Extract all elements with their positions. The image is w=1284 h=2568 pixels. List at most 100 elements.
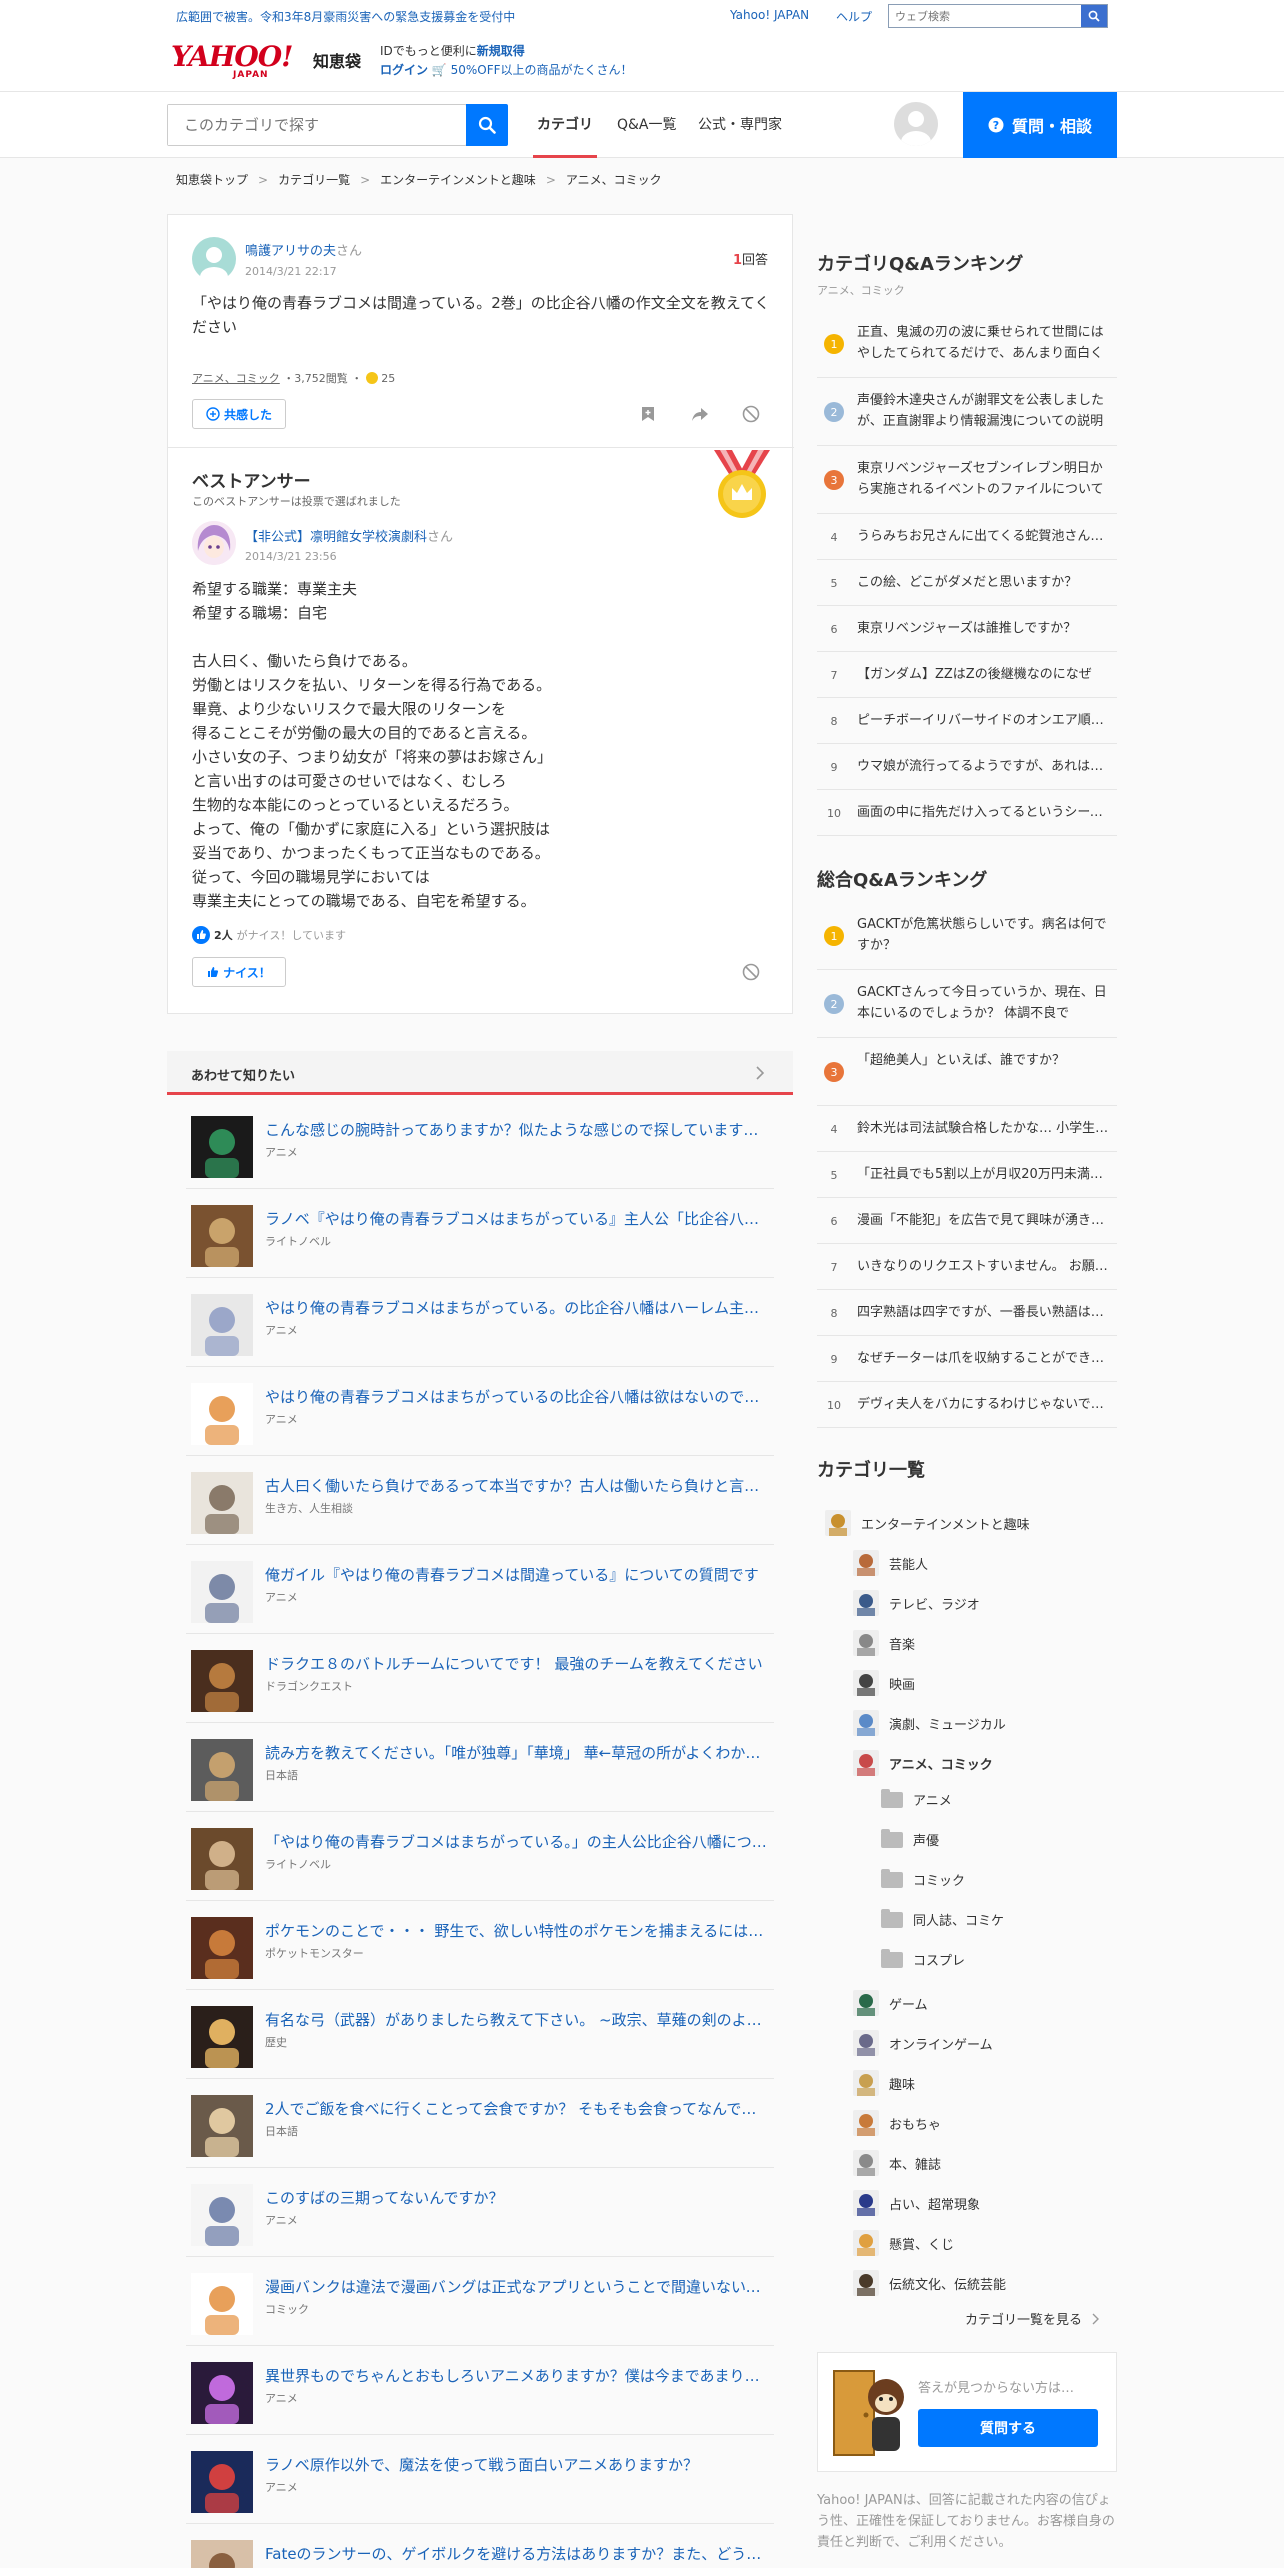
- category-search-button[interactable]: [466, 104, 508, 146]
- share-button[interactable]: [689, 403, 711, 425]
- subcategory-item[interactable]: コスプレ: [881, 1948, 965, 1969]
- related-item-title[interactable]: やはり俺の青春ラブコメはまちがっているの比企谷八幡は欲はないのですか: [265, 1386, 771, 1407]
- subcategory-item[interactable]: 声優: [881, 1828, 939, 1849]
- breadcrumb-anime-comic[interactable]: アニメ、コミック: [566, 173, 662, 187]
- category-ranking-item[interactable]: 7 【ガンダム】ZZはZの後継機なのになぜ: [817, 652, 1117, 698]
- category-ranking-item[interactable]: 9 ウマ娘が流行ってるようですが、あれは何が面白いのですか: [817, 744, 1117, 790]
- related-item-title[interactable]: 俺ガイル『やはり俺の青春ラブコメは間違っている』についての質問です: [265, 1564, 771, 1585]
- related-item[interactable]: 古人曰く働いたら負けであるって本当ですか？古人は働いたら負けと言ったのですか生き…: [186, 1456, 774, 1545]
- see-all-categories-link[interactable]: カテゴリ一覧を見る: [965, 2309, 1100, 2328]
- category-ranking-item[interactable]: 4 うらみちお兄さんに出てくる蛇賀池さんについて: [817, 514, 1117, 560]
- overall-ranking-item[interactable]: 1 GACKTが危篤状態らしいです。病名は何ですか？: [817, 902, 1117, 970]
- tab-category[interactable]: カテゴリ: [533, 114, 597, 158]
- related-item-title[interactable]: 読み方を教えてください。「唯が独尊」「華境」 華←草冠の所がよくわかりません: [265, 1742, 771, 1763]
- related-item-title[interactable]: 2人でご飯を食べに行くことって会食ですか？ そもそも会食ってなんですか: [265, 2098, 771, 2119]
- category-item[interactable]: 音楽: [853, 1630, 915, 1656]
- related-item-title[interactable]: このすばの三期ってないんですか？: [265, 2187, 771, 2208]
- breadcrumb-entertainment[interactable]: エンターテインメントと趣味: [380, 173, 536, 187]
- category-ranking-item[interactable]: 3 東京リベンジャーズセブンイレブン明日から実施されるイベントのファイルについて: [817, 446, 1117, 514]
- related-header[interactable]: あわせて知りたい: [167, 1051, 793, 1095]
- overall-ranking-item[interactable]: 9 なぜチーターは爪を収納することができないのですか: [817, 1336, 1117, 1382]
- related-item[interactable]: やはり俺の青春ラブコメはまちがっているの比企谷八幡は欲はないのですか アニメ: [186, 1367, 774, 1456]
- related-item-title[interactable]: ドラクエ８のバトルチームについてです！ 最強のチームを教えてください: [265, 1653, 771, 1674]
- related-item-title[interactable]: 古人曰く働いたら負けであるって本当ですか？古人は働いたら負けと言ったのですか: [265, 1475, 771, 1496]
- category-item[interactable]: 趣味: [853, 2070, 915, 2096]
- overall-ranking-item[interactable]: 2 GACKTさんって今日っていうか、現在、日本にいるのでしょうか？ 体調不良で: [817, 970, 1117, 1038]
- yahoo-japan-link[interactable]: Yahoo! JAPAN: [730, 8, 809, 22]
- related-item-title[interactable]: やはり俺の青春ラブコメはまちがっている。の比企谷八幡はハーレム主人公ですか: [265, 1297, 771, 1318]
- category-ranking-item[interactable]: 1 正直、鬼滅の刃の波に乗せられて世間にはやしたてられてるだけで、あんまり面白くな…: [817, 310, 1117, 378]
- related-item-title[interactable]: 有名な弓（武器）がありましたら教えて下さい。 ~政宗、草薙の剣のような: [265, 2009, 771, 2030]
- overall-ranking-item[interactable]: 10 デヴィ夫人をバカにするわけじゃないですが: [817, 1382, 1117, 1428]
- login-link[interactable]: ログイン: [380, 63, 428, 77]
- related-item[interactable]: 「やはり俺の青春ラブコメはまちがっている。」の主人公比企谷八幡について ライトノベ…: [186, 1812, 774, 1901]
- overall-ranking-item[interactable]: 4 鈴木光は司法試験合格したかな… 小学生でも分かる: [817, 1106, 1117, 1152]
- related-item[interactable]: 2人でご飯を食べに行くことって会食ですか？ そもそも会食ってなんですか 日本語: [186, 2079, 774, 2168]
- overall-ranking-item[interactable]: 6 漫画「不能犯」を広告で見て興味が湧きました: [817, 1198, 1117, 1244]
- tab-official-experts[interactable]: 公式・専門家: [698, 114, 782, 134]
- subcategory-item[interactable]: 同人誌、コミケ: [881, 1908, 1004, 1929]
- answerer-name[interactable]: 【非公式】凛明館女学校演劇科: [245, 530, 427, 545]
- category-item[interactable]: エンターテインメントと趣味: [825, 1510, 1030, 1536]
- report-button[interactable]: [740, 961, 762, 983]
- disaster-notice-link[interactable]: 広範囲で被害。令和3年8月豪雨災害への緊急支援募金を受付中: [176, 8, 515, 25]
- category-ranking-item[interactable]: 2 声優鈴木達央さんが謝罪文を公表しましたが、正直謝罪より情報漏洩についての説明が…: [817, 378, 1117, 446]
- ask-question-button[interactable]: ? 質問・相談: [963, 92, 1117, 158]
- user-avatar[interactable]: [894, 102, 938, 146]
- questioner-name[interactable]: 鳴護アリサの夫: [245, 244, 336, 259]
- help-link[interactable]: ヘルプ: [836, 8, 872, 25]
- related-item[interactable]: 読み方を教えてください。「唯が独尊」「華境」 華←草冠の所がよくわかりません 日本…: [186, 1723, 774, 1812]
- related-item-title[interactable]: 漫画バンクは違法で漫画バングは正式なアプリということで間違いないですか: [265, 2276, 771, 2297]
- category-ranking-item[interactable]: 10 画面の中に指先だけ入ってるというシーンが好きです: [817, 790, 1117, 836]
- promo-sale-link[interactable]: 50%OFF以上の商品がたくさん！: [451, 63, 633, 77]
- category-item[interactable]: ゲーム: [853, 1990, 928, 2016]
- related-item-title[interactable]: ラノベ『やはり俺の青春ラブコメはまちがっている』主人公「比企谷八幡」について: [265, 1208, 771, 1229]
- category-item[interactable]: 芸能人: [853, 1550, 928, 1576]
- related-item[interactable]: 漫画バンクは違法で漫画バングは正式なアプリということで間違いないですか コミック: [186, 2257, 774, 2346]
- category-ranking-item[interactable]: 6 東京リベンジャーズは誰推しですか？: [817, 606, 1117, 652]
- category-item[interactable]: 懸賞、くじ: [853, 2230, 954, 2256]
- answerer-avatar[interactable]: [192, 521, 236, 565]
- related-item[interactable]: 有名な弓（武器）がありましたら教えて下さい。 ~政宗、草薙の剣のような 歴史: [186, 1990, 774, 2079]
- category-item[interactable]: 占い、超常現象: [853, 2190, 980, 2216]
- category-search-input[interactable]: [168, 105, 418, 145]
- related-item[interactable]: ポケモンのことで・・・ 野生で、欲しい特性のポケモンを捕まえるにはどうすれば ポケ…: [186, 1901, 774, 1990]
- category-item[interactable]: 伝統文化、伝統芸能: [853, 2270, 1006, 2296]
- related-item[interactable]: Fateのランサーの、ゲイボルクを避ける方法はありますか？また、どうすればアニメ: [186, 2524, 774, 2568]
- web-search-button[interactable]: [1081, 5, 1107, 27]
- chiebukuro-logo[interactable]: YAHOO! JAPAN 知恵袋: [171, 40, 361, 80]
- category-ranking-item[interactable]: 8 ピーチボーイリバーサイドのオンエア順について: [817, 698, 1117, 744]
- question-category-link[interactable]: アニメ、コミック: [192, 372, 280, 385]
- related-item-title[interactable]: こんな感じの腕時計ってありますか？似たような感じので探していますがなかなか見つか…: [265, 1119, 771, 1140]
- related-item-title[interactable]: Fateのランサーの、ゲイボルクを避ける方法はありますか？また、どうすれば: [265, 2543, 771, 2564]
- overall-ranking-item[interactable]: 7 いきなりのリクエストすいません。 お願いします: [817, 1244, 1117, 1290]
- category-item[interactable]: 本、雑誌: [853, 2150, 941, 2176]
- subcategory-item[interactable]: アニメ: [881, 1788, 952, 1809]
- related-item[interactable]: このすばの三期ってないんですか？ アニメ: [186, 2168, 774, 2257]
- nice-button[interactable]: ナイス！: [192, 957, 286, 987]
- category-item[interactable]: 映画: [853, 1670, 915, 1696]
- web-search-input[interactable]: [889, 5, 1079, 27]
- related-item[interactable]: 俺ガイル『やはり俺の青春ラブコメは間違っている』についての質問です アニメ: [186, 1545, 774, 1634]
- related-item-title[interactable]: ポケモンのことで・・・ 野生で、欲しい特性のポケモンを捕まえるにはどうすれば: [265, 1920, 771, 1941]
- block-button[interactable]: [740, 403, 762, 425]
- help-ask-button[interactable]: 質問する: [918, 2409, 1098, 2447]
- bookmark-button[interactable]: [637, 403, 659, 425]
- related-item-title[interactable]: 「やはり俺の青春ラブコメはまちがっている。」の主人公比企谷八幡について: [265, 1831, 771, 1852]
- category-item[interactable]: アニメ、コミック: [853, 1750, 993, 1776]
- category-item[interactable]: おもちゃ: [853, 2110, 941, 2136]
- related-item[interactable]: やはり俺の青春ラブコメはまちがっている。の比企谷八幡はハーレム主人公ですか アニメ: [186, 1278, 774, 1367]
- subcategory-item[interactable]: コミック: [881, 1868, 965, 1889]
- category-ranking-item[interactable]: 5 この絵、どこがダメだと思いますか？: [817, 560, 1117, 606]
- related-item[interactable]: ドラクエ８のバトルチームについてです！ 最強のチームを教えてください ドラゴンクエ…: [186, 1634, 774, 1723]
- related-item[interactable]: こんな感じの腕時計ってありますか？似たような感じので探していますがなかなか見つか…: [186, 1100, 774, 1189]
- related-item-title[interactable]: ラノベ原作以外で、魔法を使って戦う面白いアニメありますか？: [265, 2454, 771, 2475]
- overall-ranking-item[interactable]: 3 「超絶美人」といえば、誰ですか？: [817, 1038, 1117, 1106]
- tab-qa-list[interactable]: Q&A一覧: [617, 114, 677, 134]
- overall-ranking-item[interactable]: 5 「正社員でも5割以上が月収20万円未満」って本当ですか: [817, 1152, 1117, 1198]
- related-item-title[interactable]: 異世界ものでちゃんとおもしろいアニメありますか？僕は今まであまり見てこなかった: [265, 2365, 771, 2386]
- overall-ranking-item[interactable]: 8 四字熟語は四字ですが、一番長い熟語は何字ですか: [817, 1290, 1117, 1336]
- breadcrumb-category-list[interactable]: カテゴリ一覧: [278, 173, 350, 187]
- related-item[interactable]: ラノベ原作以外で、魔法を使って戦う面白いアニメありますか？ アニメ: [186, 2435, 774, 2524]
- breadcrumb-top[interactable]: 知恵袋トップ: [176, 173, 248, 187]
